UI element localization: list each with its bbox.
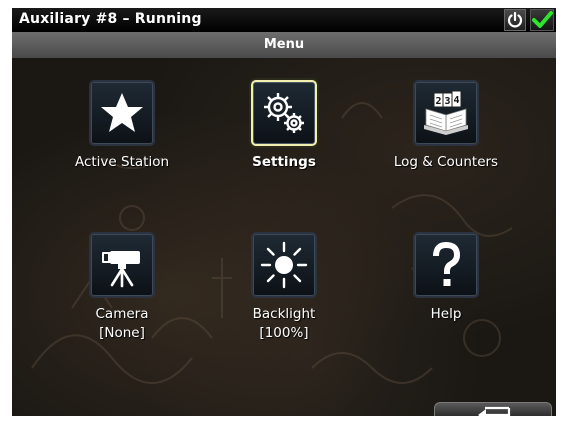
power-button[interactable]	[504, 9, 526, 31]
active-station-tile[interactable]	[89, 80, 155, 146]
menu-item-active-station[interactable]: Active Station	[42, 80, 202, 172]
confirm-button[interactable]	[530, 9, 554, 31]
menu-item-log-counters[interactable]: 2 3 4 Log & Counters	[366, 80, 526, 172]
menu-header: Menu	[12, 32, 556, 58]
camera-value: [None]	[99, 325, 145, 341]
camera-label: Camera [None]	[42, 305, 202, 343]
gears-icon	[264, 93, 304, 133]
logbook-icon: 2 3 4	[424, 90, 468, 135]
menu-item-backlight[interactable]: Backlight [100%]	[204, 232, 364, 343]
backlight-label: Backlight [100%]	[204, 305, 364, 343]
help-icon	[433, 241, 461, 286]
camera-label-text: Camera	[95, 306, 149, 322]
svg-text:3: 3	[444, 96, 450, 107]
back-arrow-icon	[478, 406, 511, 416]
checkmark-icon	[532, 11, 553, 28]
settings-label: Settings	[252, 154, 316, 170]
help-tile[interactable]	[413, 232, 479, 298]
sun-icon	[260, 241, 308, 289]
background-artwork	[31, 102, 513, 384]
svg-text:2: 2	[435, 96, 441, 107]
settings-tile[interactable]	[251, 80, 317, 146]
device-screen: Auxiliary #8 – Running Menu Active Stati…	[12, 8, 556, 416]
svg-text:4: 4	[453, 95, 459, 106]
menu-item-camera[interactable]: Camera [None]	[42, 232, 202, 343]
menu-item-settings[interactable]: Settings	[204, 80, 364, 172]
active-station-label: Active Station	[74, 154, 170, 170]
back-button[interactable]	[434, 402, 552, 416]
menu-item-help[interactable]: Help	[366, 232, 526, 324]
camera-icon	[102, 251, 140, 288]
window-title: Auxiliary #8 – Running	[19, 11, 202, 27]
log-counters-tile[interactable]: 2 3 4	[413, 80, 479, 146]
title-bar: Auxiliary #8 – Running	[12, 8, 556, 32]
power-icon	[507, 11, 523, 28]
backlight-value: [100%]	[259, 325, 309, 341]
help-label: Help	[430, 306, 462, 322]
star-icon	[101, 93, 143, 132]
backlight-label-text: Backlight	[252, 306, 316, 322]
log-counters-label: Log & Counters	[393, 154, 499, 170]
camera-tile[interactable]	[89, 232, 155, 298]
menu-title: Menu	[263, 37, 305, 52]
backlight-tile[interactable]	[251, 232, 317, 298]
